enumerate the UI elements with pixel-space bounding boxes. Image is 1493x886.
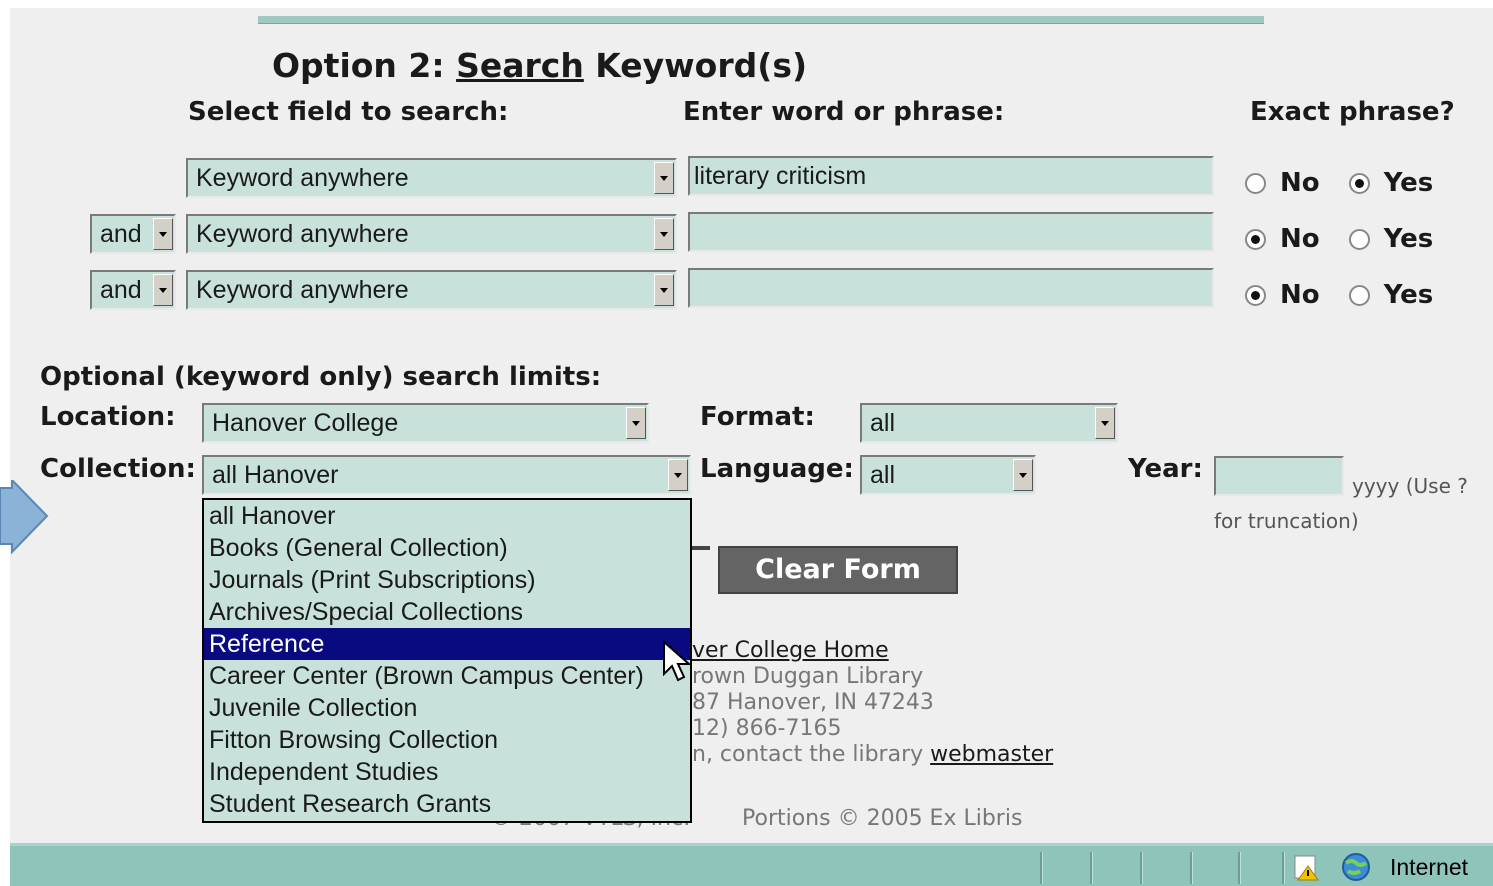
- search-link[interactable]: Search: [456, 46, 584, 85]
- exact-no-radio-3[interactable]: [1245, 285, 1266, 306]
- collection-option[interactable]: Reference: [204, 628, 690, 660]
- dropdown-arrow-icon[interactable]: [654, 162, 674, 194]
- security-warning-icon[interactable]: [1292, 852, 1322, 882]
- field-select-2-value: Keyword anywhere: [196, 220, 409, 248]
- dropdown-arrow-icon[interactable]: [1013, 459, 1033, 491]
- collection-option[interactable]: all Hanover: [204, 500, 690, 532]
- language-label: Language:: [700, 454, 854, 484]
- status-divider: [1238, 852, 1241, 884]
- status-divider: [1190, 852, 1193, 884]
- format-select[interactable]: all: [860, 403, 1118, 443]
- collection-option[interactable]: Books (General Collection): [204, 532, 690, 564]
- radio-label-yes: Yes: [1383, 224, 1434, 254]
- copyright-exlibris: Portions © 2005 Ex Libris: [742, 806, 1023, 831]
- year-label: Year:: [1128, 454, 1203, 484]
- phrase-input-2[interactable]: [688, 212, 1214, 252]
- location-select[interactable]: Hanover College: [202, 403, 649, 443]
- exact-radio-group-2: No Yes: [1245, 224, 1433, 254]
- exact-radio-group-3: No Yes: [1245, 280, 1433, 310]
- page-title: Option 2: Search Keyword(s): [272, 46, 807, 85]
- radio-label-yes: Yes: [1383, 280, 1434, 310]
- format-select-value: all: [870, 409, 896, 437]
- boolean-select-2-value: and: [100, 220, 142, 248]
- boolean-select-3[interactable]: and: [90, 270, 176, 310]
- globe-icon: [1342, 853, 1370, 881]
- exact-header: Exact phrase?: [1250, 97, 1455, 127]
- boolean-select-3-value: and: [100, 276, 142, 304]
- boolean-select-2[interactable]: and: [90, 214, 176, 254]
- phrase-header: Enter word or phrase:: [683, 97, 1005, 127]
- exact-yes-radio-1[interactable]: [1348, 173, 1370, 194]
- collection-option[interactable]: Independent Studies: [204, 756, 690, 788]
- language-select[interactable]: all: [860, 455, 1036, 495]
- collection-option[interactable]: Archives/Special Collections: [204, 596, 690, 628]
- field-header: Select field to search:: [188, 97, 509, 127]
- phrase-input-1[interactable]: literary criticism: [688, 156, 1214, 196]
- radio-label-no: No: [1280, 168, 1320, 198]
- dropdown-arrow-icon[interactable]: [668, 459, 688, 491]
- status-divider: [1140, 852, 1143, 884]
- collection-select[interactable]: all Hanover: [202, 455, 691, 495]
- location-select-value: Hanover College: [212, 409, 399, 437]
- collection-option[interactable]: Journals (Print Subscriptions): [204, 564, 690, 596]
- footer-contact-text: n, contact the library: [692, 742, 931, 767]
- title-suffix: Keyword(s): [583, 46, 808, 85]
- dropdown-arrow-icon[interactable]: [153, 274, 173, 306]
- field-select-1-value: Keyword anywhere: [196, 164, 409, 192]
- location-label: Location:: [40, 402, 176, 432]
- top-divider: [258, 16, 1264, 24]
- radio-label-no: No: [1280, 280, 1320, 310]
- exact-yes-radio-2[interactable]: [1348, 229, 1370, 250]
- dropdown-arrow-icon[interactable]: [1095, 407, 1115, 439]
- language-select-value: all: [870, 461, 896, 489]
- field-select-1[interactable]: Keyword anywhere: [186, 158, 677, 198]
- webmaster-link[interactable]: webmaster: [930, 742, 1053, 767]
- footer-line-3: 12) 866-7165: [692, 716, 842, 741]
- college-home-link[interactable]: ver College Home: [692, 638, 889, 663]
- year-input[interactable]: [1214, 456, 1344, 496]
- collection-option[interactable]: Career Center (Brown Campus Center): [204, 660, 690, 692]
- collection-option[interactable]: Fitton Browsing Collection: [204, 724, 690, 756]
- field-select-3-value: Keyword anywhere: [196, 276, 409, 304]
- year-hint-1: yyyy (Use ?: [1352, 474, 1468, 498]
- status-divider: [1090, 852, 1093, 884]
- dropdown-arrow-icon[interactable]: [654, 218, 674, 250]
- exact-no-radio-1[interactable]: [1245, 173, 1266, 194]
- phrase-input-3[interactable]: [688, 268, 1214, 308]
- status-divider: [1282, 852, 1285, 884]
- collection-option[interactable]: Student Research Grants: [204, 788, 690, 820]
- dropdown-arrow-icon[interactable]: [626, 407, 646, 439]
- callout-arrow-icon: [0, 480, 49, 555]
- title-prefix: Option 2:: [272, 46, 457, 85]
- limits-heading: Optional (keyword only) search limits:: [40, 362, 602, 392]
- year-hint-2: for truncation): [1214, 509, 1359, 533]
- footer-line-4: n, contact the library webmaster: [692, 742, 1053, 767]
- exact-radio-group-1: No Yes: [1245, 168, 1433, 198]
- clear-form-button[interactable]: Clear Form: [718, 546, 958, 594]
- footer-line-2: 87 Hanover, IN 47243: [692, 690, 934, 715]
- format-label: Format:: [700, 402, 815, 432]
- security-zone-label: Internet: [1390, 854, 1468, 880]
- dropdown-arrow-icon[interactable]: [153, 218, 173, 250]
- exact-no-radio-2[interactable]: [1245, 229, 1266, 250]
- field-select-2[interactable]: Keyword anywhere: [186, 214, 677, 254]
- field-select-3[interactable]: Keyword anywhere: [186, 270, 677, 310]
- collection-select-value: all Hanover: [212, 461, 339, 489]
- status-divider: [1040, 852, 1043, 884]
- browser-status-bar: Internet: [10, 843, 1493, 886]
- radio-label-no: No: [1280, 224, 1320, 254]
- radio-label-yes: Yes: [1383, 168, 1434, 198]
- exact-yes-radio-3[interactable]: [1348, 285, 1370, 306]
- collection-label: Collection:: [40, 454, 196, 484]
- mouse-cursor-icon: [663, 640, 692, 682]
- collection-option[interactable]: Juvenile Collection: [204, 692, 690, 724]
- dropdown-arrow-icon[interactable]: [654, 274, 674, 306]
- footer-line-1: rown Duggan Library: [692, 664, 924, 689]
- collection-dropdown-list[interactable]: all Hanover Books (General Collection) Jou…: [202, 498, 692, 823]
